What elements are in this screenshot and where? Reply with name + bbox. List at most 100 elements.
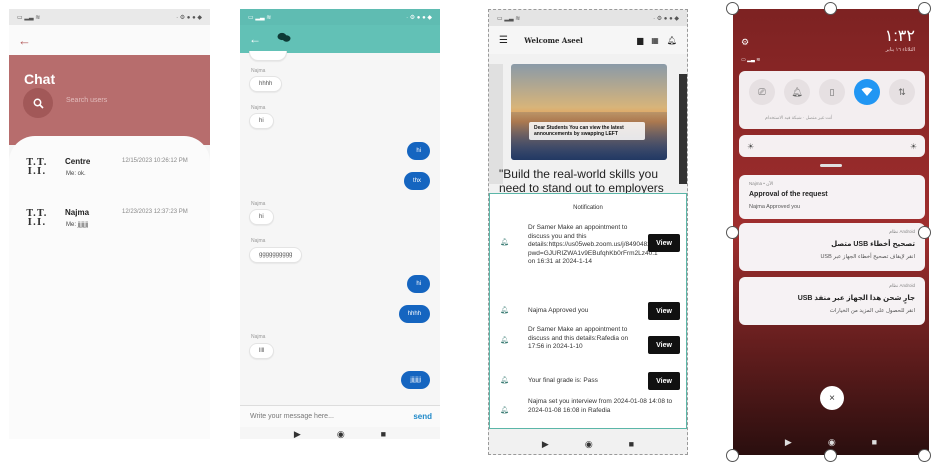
flashlight-tile-icon[interactable]: ▯ [819,79,845,105]
notification-card-usb-debug[interactable]: Android نظام تصحيح أخطاء USB متصل انقر ل… [739,223,925,271]
notification-text: Najma set you interview from 2024-01-08 … [528,398,673,414]
notification-item: 🔔︎ Your final grade is: Pass View [500,372,680,394]
calendar-icon[interactable]: ▦ [651,36,659,45]
send-button[interactable]: send [413,412,432,421]
screencast-tile-icon[interactable]: ⎚ [749,79,775,105]
recents-nav-icon[interactable]: ■ [872,437,877,447]
chat-name: Centre [65,157,91,166]
view-button[interactable]: View [648,302,680,320]
outgoing-message: jjjjjjjj [401,371,430,389]
resize-handle[interactable] [824,449,837,462]
notification-card-najma[interactable]: Najma • الآن Approval of the request Naj… [739,175,925,219]
resize-handle[interactable] [726,2,739,15]
sender-label: Najma [251,334,266,340]
resize-handle[interactable] [918,226,931,239]
resize-handle[interactable] [918,2,931,15]
chat-name: Najma [65,208,90,217]
message-list: Najma hhhh Najma hi hi thx Najma hi Najm… [240,51,440,403]
search-icon[interactable] [23,88,53,118]
chat-list-card: T.T. I.I. Centre 12/15/2023 10:26:12 PM M… [9,136,210,439]
home-notification-screen: ▭ ▂▃ ≋ · ⚙ ● ● ◆ ☰ Welcome Aseel ▆ ▦ 🔔︎ … [488,9,688,455]
status-bar: ▭ ▂▃ ≋ · ⚙ ● ● ◆ [489,10,687,26]
back-nav-icon[interactable]: ▶ [542,439,549,450]
message-composer: Write your message here... send [240,405,440,427]
back-arrow-icon[interactable]: ← [18,33,31,48]
home-nav-icon[interactable]: ◉ [337,429,345,440]
resize-handle[interactable] [726,449,739,462]
notification-item: 🔔︎ Dr Samer Make an appointment to discu… [500,326,680,366]
back-arrow-icon[interactable]: ← [249,32,261,46]
notification-title: Approval of the request [749,191,828,198]
incoming-message: hhhh [249,76,283,92]
chat-time: 12/23/2023 12:37:23 PM [122,209,188,215]
recents-nav-icon[interactable]: ■ [629,439,634,449]
bell-icon: 🔔︎ [500,239,509,246]
battery-icon: ▭ ▂▃ ≋ [497,15,521,22]
battery-icon: ▭ ▂▃ ≋ [248,14,272,21]
view-button[interactable]: View [648,336,680,354]
sender-label: Najma [251,68,266,74]
notification-panel: Notification 🔔︎ Dr Samer Make an appoint… [489,193,687,429]
notification-text: Najma Approved you [528,307,589,314]
chat-list-screen: ▭ ▂▃ ≋ · ⚙ ● ● ◆ ← Chat Search users T.T… [9,9,210,439]
status-icons: ▭ ▂▃ ≋ [741,57,761,63]
announcement-banner[interactable]: Dear Students You can view the latest an… [511,64,667,160]
notification-app: Najma • الآن [749,181,774,186]
notification-app: Android نظام [889,283,915,288]
tagline: "Build the real-world skills you need to… [499,167,664,193]
status-bar: ▭ ▂▃ ≋ · ⚙ ● ● ◆ [9,9,210,25]
bell-icon[interactable]: 🔔︎ [667,36,677,45]
resize-handle[interactable] [918,449,931,462]
view-button[interactable]: View [648,234,680,252]
incoming-message: hi [249,209,274,225]
system-nav-bar: ▶ ◉ ■ [489,431,687,454]
sound-tile-icon[interactable]: 🔔︎ [784,79,810,105]
chat-bubbles-icon [277,32,291,46]
notification-app: Android نظام [889,229,915,234]
notification-item: 🔔︎ Dr Samer Make an appointment to discu… [500,224,680,292]
chat-last-message: Me: jjjjjjjj [66,222,89,228]
chat-icon[interactable]: ▆ [637,36,643,45]
home-nav-icon[interactable]: ◉ [106,437,114,440]
message-input[interactable]: Write your message here... [250,413,334,420]
brightness-high-icon: ☀ [909,141,917,151]
chat-header: Chat Search users [9,55,210,145]
notification-title: جارٍ شحن هذا الجهاز عبر منفذ USB [797,295,915,302]
notification-card-usb-charging[interactable]: Android نظام جارٍ شحن هذا الجهاز عبر منف… [739,277,925,325]
brightness-low-icon: ☀ [747,141,755,151]
home-nav-icon[interactable]: ◉ [585,439,593,450]
network-status: أنت غير متصل · شبكة قيد الاستخدام [765,115,833,120]
recents-nav-icon[interactable]: ■ [381,429,386,439]
settings-icon[interactable]: ⚙ [741,37,749,48]
notification-body: انقر لإيقاف تصحيح أخطاء الجهاز عبر USB [820,254,915,260]
menu-icon[interactable]: ☰ [499,35,508,46]
system-nav-bar: ▶ ◉ ■ [9,429,210,440]
view-button[interactable]: View [648,372,680,390]
shade-handle[interactable] [820,164,842,167]
clear-all-button[interactable]: × [820,386,844,410]
back-nav-icon[interactable]: ▶ [294,429,301,440]
resize-handle[interactable] [824,2,837,15]
banner-caption: Dear Students You can view the latest an… [529,122,645,140]
bell-icon: 🔔︎ [500,407,509,414]
search-input[interactable]: Search users [66,97,107,104]
status-icons: · ⚙ ● ● ◆ [653,15,679,22]
back-nav-icon[interactable]: ▶ [63,437,70,440]
wifi-tile-icon[interactable] [854,79,880,105]
chat-last-message: Me: ok. [66,171,86,177]
conversation-screen: ▭ ▂▃ ≋ · ⚙ ● ● ◆ ← Najma hhhh Najma hi h… [240,9,440,439]
resize-handle[interactable] [726,226,739,239]
avatar: T.T. I.I. [26,209,48,228]
recents-nav-icon[interactable]: ■ [150,437,155,439]
bell-icon: 🔔︎ [500,377,509,384]
home-nav-icon[interactable]: ◉ [828,437,836,448]
notification-item: 🔔︎ Najma set you interview from 2024-01-… [500,398,680,428]
brightness-slider[interactable]: ☀ ☀ [739,135,925,157]
data-tile-icon[interactable]: ⇅ [889,79,915,105]
back-nav-icon[interactable]: ▶ [785,437,792,448]
chat-row-najma[interactable]: T.T. I.I. Najma 12/23/2023 12:37:23 PM Me… [22,208,202,238]
notification-heading: Notification [573,205,603,211]
chat-time: 12/15/2023 10:26:12 PM [122,158,188,164]
chat-row-centre[interactable]: T.T. I.I. Centre 12/15/2023 10:26:12 PM M… [22,157,202,187]
notification-text: Dr Samer Make an appointment to discuss … [528,224,669,265]
